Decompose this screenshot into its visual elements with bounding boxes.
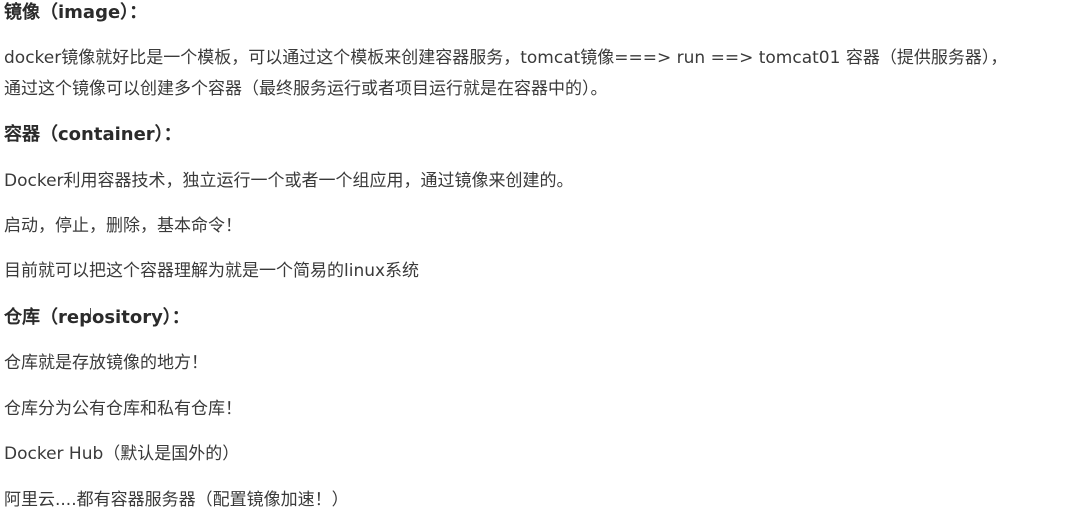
repository-paragraph-3: Docker Hub（默认是国外的）	[4, 444, 240, 464]
heading-repository: 仓库（repository）：	[4, 307, 190, 328]
heading-container: 容器（container）：	[4, 124, 182, 145]
container-paragraph-1: Docker利用容器技术，独立运行一个或者一个组应用，通过镜像来创建的。	[4, 171, 574, 191]
container-paragraph-2: 启动，停止，删除，基本命令！	[4, 216, 242, 236]
image-paragraph-line-2: 通过这个镜像可以创建多个容器（最终服务运行或者项目运行就是在容器中的）。	[4, 79, 608, 99]
container-paragraph-3: 目前就可以把这个容器理解为就是一个简易的linux系统	[4, 261, 420, 281]
heading-image: 镜像（image）：	[4, 2, 148, 23]
text-cursor-icon	[90, 308, 91, 322]
image-paragraph-line-1: docker镜像就好比是一个模板，可以通过这个模板来创建容器服务，tomcat镜…	[4, 48, 1008, 68]
repository-paragraph-4: 阿里云....都有容器服务器（配置镜像加速！）	[4, 490, 349, 510]
repository-paragraph-1: 仓库就是存放镜像的地方！	[4, 353, 208, 373]
repository-paragraph-2: 仓库分为公有仓库和私有仓库！	[4, 399, 242, 419]
